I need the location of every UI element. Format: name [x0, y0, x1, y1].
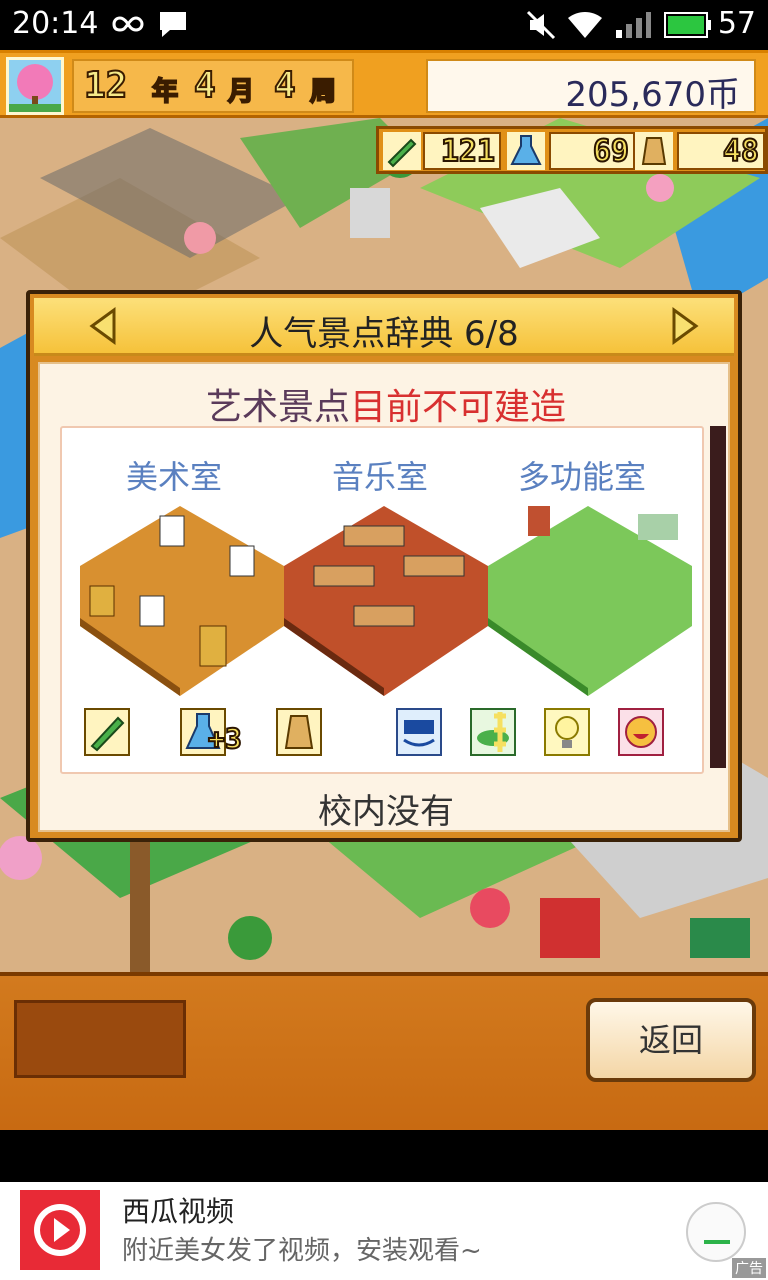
ad-label: 广告 [732, 1258, 766, 1278]
spot-category: 艺术景点 [205, 387, 350, 428]
wifi-icon [568, 12, 602, 38]
mute-icon [526, 10, 556, 40]
flask-bonus: +3 [207, 721, 243, 756]
school-emblem[interactable] [6, 57, 64, 115]
pencil-value: 121 [440, 133, 496, 170]
next-page-arrow-icon[interactable] [668, 306, 702, 346]
ad-tagline[interactable]: 附近美女发了视频，安装观看~ [122, 1230, 482, 1267]
bottom-panel: 返回 [0, 972, 768, 1130]
dialog-title: 人气景点辞典 6/8 [249, 314, 519, 354]
status-time: 20:14 [12, 6, 99, 41]
bell-icon [635, 132, 673, 170]
flask-icon [507, 132, 545, 170]
bell-resource: 48 [677, 132, 765, 170]
flask-value: 69 [592, 133, 630, 170]
flask-resource: 69 [549, 132, 635, 170]
music-room-image [284, 506, 488, 696]
status-bar: 20:14 57 [0, 0, 768, 50]
battery-level: 57 [717, 6, 756, 41]
month-number: 4 [193, 64, 217, 107]
spot-encyclopedia-dialog: 人气景点辞典 6/8 艺术景点目前不可建造 美术室 音乐室 多功能室 +3 校内… [26, 290, 742, 842]
lightbulb-icon [544, 708, 590, 756]
eye-bonus-icon [396, 708, 442, 756]
signal-icon [616, 12, 651, 38]
dialog-body: 艺术景点目前不可建造 美术室 音乐室 多功能室 +3 校内没有 [38, 362, 730, 832]
xigua-video-logo[interactable] [20, 1190, 100, 1270]
year-number: 12 [83, 64, 128, 107]
week-number: 4 [273, 64, 297, 107]
campus-availability: 校内没有 [318, 792, 454, 832]
pencil-resource: 121 [423, 132, 501, 170]
spot-status: 艺术景点目前不可建造 [40, 378, 732, 430]
scrollbar[interactable] [710, 426, 726, 768]
chat-icon [160, 12, 186, 37]
smiley-icon [618, 708, 664, 756]
info-slot [14, 1000, 186, 1078]
resource-bar: 121 69 48 [376, 126, 768, 174]
infinity-icon [112, 16, 144, 32]
year-unit: 年 [151, 76, 179, 108]
sakura-tree-icon [9, 64, 61, 112]
multipurpose-room-image [488, 506, 692, 696]
month-unit: 月 [227, 76, 255, 108]
play-logo-icon [34, 1204, 86, 1256]
room-name-music: 音乐室 [332, 458, 429, 496]
bell-requirement-icon [276, 708, 322, 756]
pencil-icon [383, 132, 421, 170]
build-warning: 目前不可建造 [350, 387, 567, 428]
dialog-header: 人气景点辞典 6/8 [34, 298, 734, 356]
room-name-multipurpose: 多功能室 [518, 458, 647, 496]
ad-title[interactable]: 西瓜视频 [122, 1190, 234, 1230]
pencil-requirement-icon [84, 708, 130, 756]
money-value: 205,670币 [565, 75, 740, 115]
rooms-card: 美术室 音乐室 多功能室 +3 [60, 426, 704, 774]
top-hud: 12 年 4 月 4 周 205,670币 [0, 50, 768, 118]
money-display: 205,670币 [426, 59, 756, 115]
battery-icon [664, 12, 711, 38]
dish-bonus-icon [470, 708, 516, 756]
week-unit: 周 [309, 76, 337, 108]
bell-value: 48 [722, 133, 760, 170]
ad-banner[interactable]: 西瓜视频 附近美女发了视频，安装观看~ 广告 [0, 1182, 768, 1280]
room-name-art: 美术室 [126, 458, 223, 496]
date-display: 12 年 4 月 4 周 [72, 59, 354, 113]
black-band [0, 1130, 768, 1182]
art-room-image [80, 506, 284, 696]
back-button[interactable]: 返回 [586, 998, 756, 1082]
ad-download-button[interactable] [686, 1202, 746, 1262]
